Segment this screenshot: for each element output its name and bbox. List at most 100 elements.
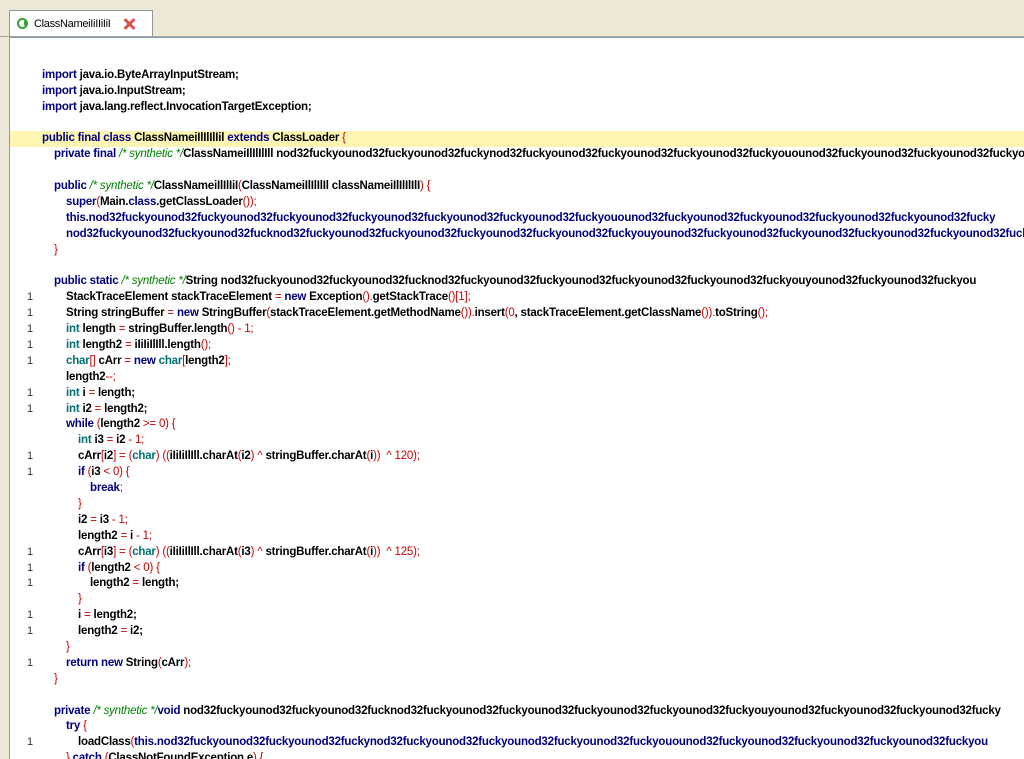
code-line[interactable]	[10, 52, 1024, 68]
code-line[interactable]: 1 int length = stringBuffer.length() - 1;	[10, 322, 1024, 338]
code-token: /* synthetic */	[121, 275, 186, 288]
code-token: () -	[227, 323, 245, 336]
code-token: );	[413, 545, 420, 558]
class-file-icon	[17, 18, 28, 29]
code-line[interactable]: i2 = i3 - 1;	[10, 513, 1024, 529]
code-line[interactable]: 1 length2 = length;	[10, 576, 1024, 592]
code-line[interactable]	[10, 116, 1024, 132]
code-token: private final	[54, 148, 119, 161]
code-line[interactable]: 1 int i = length;	[10, 386, 1024, 402]
code-text: length2--;	[66, 370, 116, 386]
code-text: nod32fuckyounod32fuckyounod32fucknod32fu…	[66, 227, 1024, 243]
code-text: StackTraceElement stackTraceElement = ne…	[66, 290, 471, 306]
code-line[interactable]: length2 = i - 1;	[10, 529, 1024, 545]
code-token: }	[66, 640, 70, 653]
code-line[interactable]: public static /* synthetic */String nod3…	[10, 274, 1024, 290]
code-line[interactable]: private final /* synthetic */ClassNameiI…	[10, 147, 1024, 163]
code-token: toString	[715, 307, 758, 320]
code-token: i2	[82, 402, 95, 415]
code-text: import java.lang.reflect.InvocationTarge…	[42, 100, 312, 116]
code-line[interactable]: public /* synthetic */ClassNameiIlIlIiI(…	[10, 179, 1024, 195]
code-line[interactable]	[10, 259, 1024, 275]
line-marker: 1	[27, 450, 33, 463]
code-token: )) ^	[373, 450, 395, 463]
line-marker: 1	[27, 577, 33, 590]
code-token: =	[167, 307, 177, 320]
code-text: public final class ClassNameiIlIlIlIil e…	[42, 131, 346, 147]
line-marker: 1	[27, 354, 33, 367]
code-token: StackTraceElement stackTraceElement	[66, 291, 275, 304]
code-line[interactable]: private /* synthetic */void nod32fuckyou…	[10, 704, 1024, 720]
code-token: 125	[394, 545, 414, 558]
code-line[interactable]: 1 cArr[i3] = (char) ((iIiIiIlIll.charAt(i…	[10, 545, 1024, 561]
code-line[interactable]: 1 if (length2 < 0) {	[10, 561, 1024, 577]
code-line[interactable]: 1 int i2 = length2;	[10, 402, 1024, 418]
code-line[interactable]: int i3 = i2 - 1;	[10, 433, 1024, 449]
code-line[interactable]: }	[10, 640, 1024, 656]
code-token: char	[132, 450, 156, 463]
code-line[interactable]: try {	[10, 719, 1024, 735]
code-line[interactable]: public final class ClassNameiIlIlIlIil e…	[10, 131, 1024, 148]
code-token: ) ^	[250, 545, 266, 558]
code-line[interactable]: while (length2 >= 0) {	[10, 417, 1024, 433]
code-line[interactable]: 1 return new String(cArr);	[10, 656, 1024, 672]
code-text: try {	[66, 719, 87, 735]
code-line[interactable]: 1 loadClass(this.nod32fuckyounod32fuckyou…	[10, 735, 1024, 751]
code-line[interactable]: }	[10, 243, 1024, 259]
code-token: }	[54, 672, 58, 685]
code-line[interactable]: 1 String stringBuffer = new StringBuffer(…	[10, 306, 1024, 322]
code-line[interactable]: import java.io.ByteArrayInputStream;	[10, 68, 1024, 84]
code-text: char[] cArr = new char[length2];	[66, 354, 231, 370]
code-token: this	[66, 211, 86, 224]
code-line[interactable]: 1 cArr[i2] = (char) ((iIiIiIlIll.charAt(i…	[10, 449, 1024, 465]
line-marker: 1	[27, 736, 33, 749]
code-line[interactable]: }	[10, 672, 1024, 688]
code-token: -	[136, 529, 143, 542]
code-token: =	[106, 434, 117, 447]
code-line[interactable]: import java.io.InputStream;	[10, 84, 1024, 100]
code-line[interactable]: this.nod32fuckyounod32fuckyounod32fuckyo…	[10, 211, 1024, 227]
code-text: import java.io.InputStream;	[42, 84, 186, 100]
code-text: }	[78, 592, 82, 608]
code-line[interactable]: super(Main.class.getClassLoader());	[10, 195, 1024, 211]
code-line[interactable]: nod32fuckyounod32fuckyounod32fucknod32fu…	[10, 227, 1024, 243]
code-line[interactable]: 1 StackTraceElement stackTraceElement = n…	[10, 290, 1024, 306]
code-token: i3	[241, 545, 251, 558]
close-icon[interactable]	[123, 18, 135, 30]
editor-tab[interactable]: ClassNameiIiIIiIiI	[9, 10, 153, 36]
code-token: char	[132, 545, 156, 558]
code-token: try	[66, 720, 84, 733]
code-line[interactable]: }	[10, 592, 1024, 608]
code-text: this.nod32fuckyounod32fuckyounod32fuckyo…	[66, 211, 996, 227]
code-token: char	[158, 354, 183, 367]
code-line[interactable]: 1 length2 = i2;	[10, 624, 1024, 640]
code-line[interactable]: 1 if (i3 < 0) {	[10, 465, 1024, 481]
code-token: =	[118, 323, 129, 336]
code-line[interactable]: }	[10, 497, 1024, 513]
code-token: length2	[78, 625, 121, 638]
code-line[interactable]	[10, 163, 1024, 179]
code-token: char	[66, 354, 90, 367]
code-token: =	[90, 513, 100, 526]
code-token: int	[66, 323, 83, 336]
code-token: break	[90, 482, 120, 495]
code-text: }	[54, 672, 58, 688]
code-token: ) {	[165, 418, 176, 431]
line-marker: 1	[27, 291, 33, 304]
code-token: new	[176, 307, 202, 320]
code-token: insert	[474, 307, 505, 320]
code-token: length2	[185, 354, 225, 367]
code-editor[interactable]: import java.io.ByteArrayInputStream; impo…	[9, 37, 1024, 759]
line-marker: 1	[27, 609, 33, 622]
code-line[interactable]: 1 i = length2;	[10, 608, 1024, 624]
code-line[interactable]: break;	[10, 481, 1024, 497]
code-line[interactable]: 1 char[] cArr = new char[length2];	[10, 354, 1024, 370]
code-line[interactable]: length2--;	[10, 370, 1024, 386]
code-token: ;	[141, 434, 145, 447]
code-line[interactable]: 1 int length2 = iIiIiIlIll.length();	[10, 338, 1024, 354]
code-token: stringBuffer.length	[128, 323, 228, 336]
code-text: }	[54, 243, 58, 259]
code-token: void	[157, 704, 184, 717]
code-line[interactable]	[10, 688, 1024, 704]
code-line[interactable]: import java.lang.reflect.InvocationTarge…	[10, 100, 1024, 116]
